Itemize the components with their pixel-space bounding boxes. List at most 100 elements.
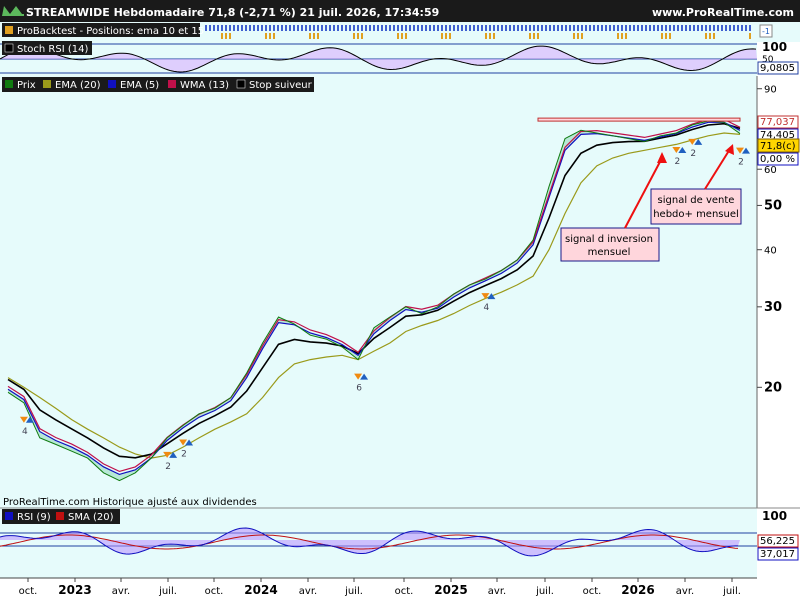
position-tick — [701, 25, 703, 31]
position-tick — [441, 25, 443, 31]
position-tick — [281, 25, 283, 31]
x-tick-label: juil. — [344, 586, 363, 597]
legend-wma13-swatch-icon — [168, 80, 176, 88]
probacktest-swatch-icon — [5, 26, 13, 34]
position-tick-alt — [617, 33, 619, 39]
position-tick — [553, 25, 555, 31]
position-tick — [521, 25, 523, 31]
position-tick — [541, 25, 543, 31]
position-tick-alt — [665, 33, 667, 39]
x-tick-label: juil. — [158, 586, 177, 597]
position-tick — [397, 25, 399, 31]
position-tick — [473, 25, 475, 31]
signal-count-label: 2 — [690, 149, 696, 159]
y-tick-label: 30 — [764, 300, 782, 315]
position-tick-alt — [493, 33, 495, 39]
position-tick — [465, 25, 467, 31]
position-tick — [509, 25, 511, 31]
rsi-legend-label: RSI (9) — [17, 512, 51, 523]
position-tick — [493, 25, 495, 31]
x-tick-label: juil. — [535, 586, 554, 597]
position-tick — [221, 25, 223, 31]
position-tick — [209, 25, 211, 31]
position-tick — [337, 25, 339, 31]
position-tick — [733, 25, 735, 31]
x-tick-label: avr. — [112, 586, 130, 597]
position-tick — [613, 25, 615, 31]
position-tick — [693, 25, 695, 31]
position-tick — [689, 25, 691, 31]
position-tick-alt — [533, 33, 535, 39]
position-tick — [749, 25, 751, 31]
position-tick-alt — [669, 33, 671, 39]
legend-ema20-swatch-icon — [43, 80, 51, 88]
position-tick-alt — [621, 33, 623, 39]
position-tick — [277, 25, 279, 31]
footer-note: ProRealTime.com Historique ajusté aux di… — [3, 496, 257, 508]
position-tick-alt — [309, 33, 311, 39]
position-tick — [593, 25, 595, 31]
legend-ema5-swatch-icon — [108, 80, 116, 88]
position-tick — [713, 25, 715, 31]
legend-stop-swatch-icon — [236, 79, 246, 89]
position-tick — [737, 25, 739, 31]
position-tick — [393, 25, 395, 31]
position-tick — [405, 25, 407, 31]
position-tick — [269, 25, 271, 31]
position-tick — [301, 25, 303, 31]
position-tick-alt — [661, 33, 663, 39]
position-tick — [461, 25, 463, 31]
position-tick — [401, 25, 403, 31]
position-tick — [661, 25, 663, 31]
position-tick — [417, 25, 419, 31]
position-tick-alt — [577, 33, 579, 39]
position-tick — [685, 25, 687, 31]
position-tick — [289, 25, 291, 31]
position-tick — [629, 25, 631, 31]
position-tick-alt — [269, 33, 271, 39]
rsi-lower-value: 37,017 — [760, 549, 795, 560]
position-tick-alt — [401, 33, 403, 39]
site-label: www.ProRealTime.com — [652, 6, 794, 19]
legend-stop-label: Stop suiveur — [249, 80, 313, 91]
signal-count-label: 2 — [738, 158, 744, 168]
legend-wma13-label: WMA (13) — [180, 80, 229, 91]
position-tick — [681, 25, 683, 31]
rsi-scale-100: 100 — [762, 509, 787, 523]
x-tick-label: avr. — [676, 586, 694, 597]
signal-count-label: 2 — [181, 450, 187, 460]
position-tick — [249, 25, 251, 31]
position-tick — [529, 25, 531, 31]
position-tick — [237, 25, 239, 31]
position-tick — [433, 25, 435, 31]
position-tick — [721, 25, 723, 31]
position-tick-alt — [625, 33, 627, 39]
price-legend[interactable]: Prix EMA (20) EMA (5) WMA (13) Stop suiv… — [2, 77, 314, 92]
legend-prix-swatch-icon — [5, 80, 13, 88]
position-tick — [621, 25, 623, 31]
position-tick — [725, 25, 727, 31]
x-tick-label: 2026 — [621, 583, 654, 597]
position-tick — [369, 25, 371, 31]
legend-ema20-label: EMA (20) — [55, 80, 101, 91]
position-tick — [321, 25, 323, 31]
position-tick — [497, 25, 499, 31]
reversal-annotation-line2: mensuel — [588, 247, 631, 258]
chart-title: STREAMWIDE Hebdomadaire 71,8 (-2,71 %) 2… — [26, 6, 439, 19]
position-tick — [585, 25, 587, 31]
position-tick — [673, 25, 675, 31]
position-tick — [649, 25, 651, 31]
position-tick — [605, 25, 607, 31]
x-tick-label: 2025 — [434, 583, 467, 597]
position-tick — [513, 25, 515, 31]
position-tick — [729, 25, 731, 31]
stoch-legend-label: Stoch RSI (14) — [17, 44, 88, 55]
position-tick — [361, 25, 363, 31]
probacktest-label: ProBacktest - Positions: ema 10 et 15 — [17, 26, 204, 37]
resistance-line — [537, 117, 741, 122]
x-tick-label: oct. — [19, 586, 38, 597]
x-tick-label: avr. — [299, 586, 317, 597]
position-tick — [517, 25, 519, 31]
position-tick — [665, 25, 667, 31]
resistance-value: 77,037 — [760, 117, 795, 128]
